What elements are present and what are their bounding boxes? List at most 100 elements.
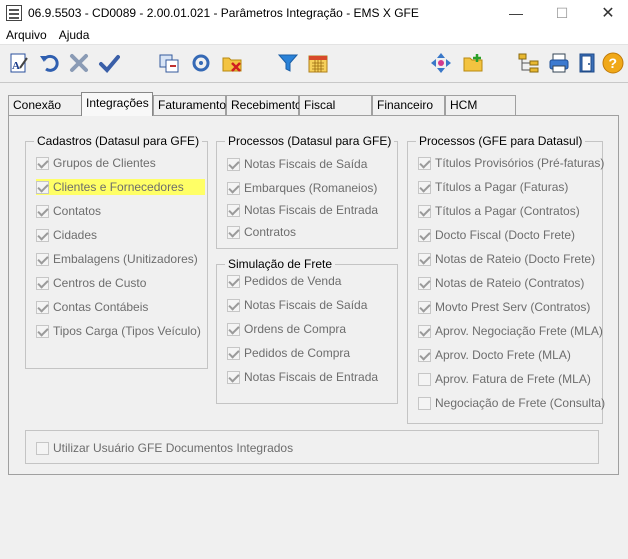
- edit-document-icon[interactable]: A: [6, 50, 32, 76]
- group-processos-datasul: Processos (Datasul para GFE) Notas Fisca…: [216, 134, 398, 249]
- undo-icon[interactable]: [36, 50, 62, 76]
- checkbox-label: Embalagens (Unitizadores): [53, 252, 198, 266]
- group-simulacao-frete: Simulação de Frete Pedidos de Venda Nota…: [216, 257, 398, 404]
- menu-bar: Arquivo Ajuda: [0, 26, 628, 45]
- checkbox-box[interactable]: [227, 181, 240, 195]
- tab-hcm[interactable]: HCM: [445, 95, 516, 115]
- checkbox-box[interactable]: [36, 156, 49, 170]
- checkbox-aprov-docto[interactable]: Aprov. Docto Frete (MLA): [418, 347, 571, 363]
- checkbox-ordens-compra[interactable]: Ordens de Compra: [227, 321, 346, 337]
- tab-recebimento[interactable]: Recebimento: [226, 95, 302, 115]
- tab-integracoes[interactable]: Integrações: [81, 92, 153, 116]
- checkbox-box[interactable]: [227, 225, 240, 239]
- close-button[interactable]: ✕: [586, 0, 628, 26]
- checkbox-nf-saida[interactable]: Notas Fiscais de Saída: [227, 156, 367, 172]
- checkbox-box[interactable]: [227, 346, 240, 360]
- checkbox-label: Pedidos de Venda: [244, 274, 342, 288]
- checkbox-docto-fiscal[interactable]: Docto Fiscal (Docto Frete): [418, 227, 575, 243]
- help-icon[interactable]: ?: [600, 50, 626, 76]
- filter-icon[interactable]: [275, 50, 301, 76]
- checkbox-box[interactable]: [418, 252, 431, 266]
- checkbox-pedidos-compra[interactable]: Pedidos de Compra: [227, 345, 350, 361]
- checkbox-sim-nf-entrada[interactable]: Notas Fiscais de Entrada: [227, 369, 378, 385]
- checkbox-box[interactable]: [36, 180, 49, 194]
- checkbox-embarques[interactable]: Embarques (Romaneios): [227, 180, 377, 196]
- tree-icon[interactable]: [516, 50, 542, 76]
- cancel-icon[interactable]: [66, 50, 92, 76]
- checkbox-box[interactable]: [418, 324, 431, 338]
- checkbox-titulos-provisorios[interactable]: Títulos Provisórios (Pré-faturas): [418, 155, 604, 171]
- checkbox-box[interactable]: [36, 324, 49, 338]
- checkbox-box[interactable]: [418, 180, 431, 194]
- checkbox-pedidos-venda[interactable]: Pedidos de Venda: [227, 273, 341, 289]
- checkbox-box[interactable]: [418, 228, 431, 242]
- checkbox-label: Pedidos de Compra: [244, 346, 351, 360]
- checkbox-box[interactable]: [227, 274, 240, 288]
- checkbox-titulos-contratos[interactable]: Títulos a Pagar (Contratos): [418, 203, 580, 219]
- checkbox-rateio-contratos[interactable]: Notas de Rateio (Contratos): [418, 275, 584, 291]
- calendar-icon[interactable]: [305, 50, 331, 76]
- clear-folder-icon[interactable]: [219, 50, 245, 76]
- menu-arquivo[interactable]: Arquivo: [0, 28, 53, 42]
- checkbox-clientes-fornecedores[interactable]: Clientes e Fornecedores: [36, 179, 205, 195]
- checkbox-nf-entrada[interactable]: Notas Fiscais de Entrada: [227, 202, 378, 218]
- app-icon: [6, 5, 22, 21]
- checkbox-box[interactable]: [36, 276, 49, 290]
- checkbox-box[interactable]: [36, 228, 49, 242]
- tab-financeiro[interactable]: Financeiro: [372, 95, 445, 115]
- checkbox-label: Contratos: [244, 225, 297, 239]
- checkbox-grupos-clientes[interactable]: Grupos de Clientes: [36, 155, 156, 171]
- checkbox-label: Grupos de Clientes: [53, 156, 156, 170]
- checkbox-movto-prest-serv[interactable]: Movto Prest Serv (Contratos): [418, 299, 590, 315]
- checkbox-box[interactable]: [36, 252, 49, 266]
- checkbox-box[interactable]: [227, 322, 240, 336]
- checkbox-box[interactable]: [418, 348, 431, 362]
- checkbox-contatos[interactable]: Contatos: [36, 203, 101, 219]
- checkbox-titulos-faturas[interactable]: Títulos a Pagar (Faturas): [418, 179, 568, 195]
- checkbox-tipos-carga[interactable]: Tipos Carga (Tipos Veículo): [36, 323, 201, 339]
- checkbox-label: Embarques (Romaneios): [244, 181, 378, 195]
- checkbox-box[interactable]: [418, 204, 431, 218]
- checkbox-box[interactable]: [418, 300, 431, 314]
- checkbox-embalagens[interactable]: Embalagens (Unitizadores): [36, 251, 198, 267]
- exit-door-icon[interactable]: [574, 50, 600, 76]
- checkbox-contas-contabeis[interactable]: Contas Contábeis: [36, 299, 148, 315]
- checkbox-label: Clientes e Fornecedores: [53, 180, 184, 194]
- checkbox-sim-nf-saida[interactable]: Notas Fiscais de Saída: [227, 297, 367, 313]
- tab-conexao[interactable]: Conexão: [8, 95, 82, 115]
- checkbox-box[interactable]: [227, 298, 240, 312]
- tab-faturamento[interactable]: Faturamento: [153, 95, 226, 115]
- checkbox-cidades[interactable]: Cidades: [36, 227, 97, 243]
- checkbox-box[interactable]: [418, 156, 431, 170]
- new-folder-icon[interactable]: [460, 50, 486, 76]
- checkbox-aprov-fatura[interactable]: Aprov. Fatura de Frete (MLA): [418, 371, 591, 387]
- move-icon[interactable]: [428, 50, 454, 76]
- checkbox-box[interactable]: [36, 300, 49, 314]
- copy-window-icon[interactable]: [156, 50, 182, 76]
- checkbox-aprov-negociacao[interactable]: Aprov. Negociação Frete (MLA): [418, 323, 603, 339]
- checkbox-label: Títulos Provisórios (Pré-faturas): [435, 156, 605, 170]
- confirm-check-icon[interactable]: [96, 50, 122, 76]
- checkbox-usuario-gfe[interactable]: Utilizar Usuário GFE Documentos Integrad…: [36, 440, 293, 456]
- checkbox-label: Notas Fiscais de Saída: [244, 157, 368, 171]
- checkbox-box[interactable]: [418, 396, 431, 410]
- sync-icon[interactable]: [188, 50, 214, 76]
- checkbox-box[interactable]: [418, 276, 431, 290]
- maximize-button[interactable]: ☐: [540, 0, 584, 26]
- checkbox-box[interactable]: [36, 441, 49, 455]
- menu-ajuda[interactable]: Ajuda: [53, 28, 96, 42]
- tab-fiscal[interactable]: Fiscal: [299, 95, 372, 115]
- checkbox-negociacao-consulta[interactable]: Negociação de Frete (Consulta): [418, 395, 605, 411]
- checkbox-contratos[interactable]: Contratos: [227, 224, 296, 240]
- checkbox-label: Centros de Custo: [53, 276, 147, 290]
- group-title-processos-datasul: Processos (Datasul para GFE): [225, 134, 395, 148]
- checkbox-box[interactable]: [227, 157, 240, 171]
- checkbox-box[interactable]: [36, 204, 49, 218]
- checkbox-centros-custo[interactable]: Centros de Custo: [36, 275, 146, 291]
- checkbox-box[interactable]: [227, 203, 240, 217]
- print-icon[interactable]: [546, 50, 572, 76]
- checkbox-box[interactable]: [418, 372, 431, 386]
- checkbox-box[interactable]: [227, 370, 240, 384]
- minimize-button[interactable]: —: [494, 0, 538, 26]
- checkbox-rateio-docto[interactable]: Notas de Rateio (Docto Frete): [418, 251, 595, 267]
